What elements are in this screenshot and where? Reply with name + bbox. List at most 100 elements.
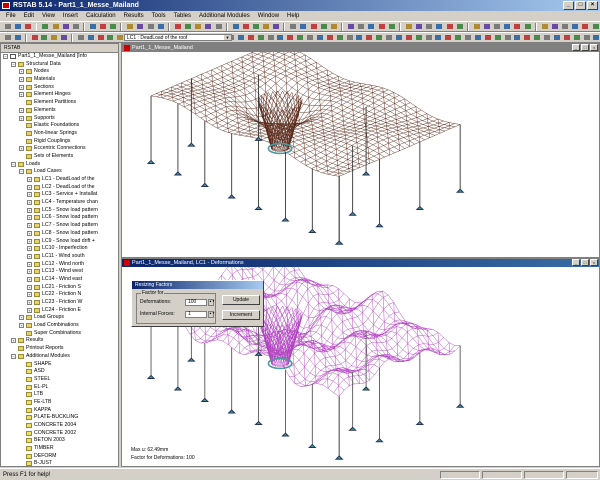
- toolbar-tool-icon[interactable]: [572, 33, 581, 43]
- tree-item[interactable]: CONCRETE 2004: [1, 422, 118, 430]
- menu-item-10[interactable]: Help: [283, 11, 303, 21]
- toolbar-tool-icon[interactable]: [295, 33, 304, 43]
- menu-item-0[interactable]: File: [2, 11, 20, 21]
- tree-item[interactable]: − Loads: [1, 161, 118, 169]
- expand-icon[interactable]: +: [19, 315, 24, 321]
- maximize-icon[interactable]: □: [575, 1, 586, 10]
- tree-item[interactable]: LTB: [1, 391, 118, 399]
- toolbar-tool-icon[interactable]: [51, 22, 60, 32]
- toolbar-tool-icon[interactable]: [203, 22, 212, 32]
- toolbar-tool-icon[interactable]: [552, 33, 561, 43]
- tree-item[interactable]: + LC22 - Friction N: [1, 291, 118, 299]
- toolbar-tool-icon[interactable]: [193, 22, 202, 32]
- toolbar-tool-icon[interactable]: [503, 33, 512, 43]
- expand-icon[interactable]: +: [27, 238, 32, 244]
- menu-item-5[interactable]: Results: [120, 11, 148, 21]
- tree-item[interactable]: − Load Cases: [1, 168, 118, 176]
- tree-item[interactable]: BETON 2003: [1, 437, 118, 445]
- tree-item[interactable]: FE-LTB: [1, 399, 118, 407]
- toolbar-tool-icon[interactable]: [96, 33, 105, 43]
- expand-icon[interactable]: +: [19, 323, 24, 329]
- tree-item[interactable]: − Part1_1_Messe_Mailand [Info: [1, 53, 118, 61]
- tree-item[interactable]: Non-linear Springs: [1, 130, 118, 138]
- toolbar-tool-icon[interactable]: [445, 22, 454, 32]
- expand-icon[interactable]: +: [19, 77, 24, 83]
- toolbar-tool-icon[interactable]: [443, 33, 452, 43]
- toolbar-tool-icon[interactable]: [71, 22, 80, 32]
- menu-item-9[interactable]: Window: [254, 11, 283, 21]
- toolbar-tool-icon[interactable]: [3, 33, 12, 43]
- collapse-icon[interactable]: −: [11, 161, 16, 167]
- tree-item[interactable]: EL-PL: [1, 384, 118, 392]
- tree-item[interactable]: + LC23 - Friction W: [1, 299, 118, 307]
- tree-item[interactable]: + LC14 - Wind east: [1, 276, 118, 284]
- menu-item-4[interactable]: Calculation: [82, 11, 120, 21]
- toolbar-tool-icon[interactable]: [40, 22, 49, 32]
- expand-icon[interactable]: +: [27, 307, 32, 313]
- internal-forces-spinner[interactable]: ▲▼: [208, 311, 215, 318]
- expand-icon[interactable]: +: [19, 69, 24, 75]
- expand-icon[interactable]: +: [27, 253, 32, 259]
- tree-item[interactable]: + LC3 - Service + Installat: [1, 191, 118, 199]
- toolbar-tool-icon[interactable]: [49, 33, 58, 43]
- toolbar-tool-icon[interactable]: [231, 22, 240, 32]
- toolbar-tool-icon[interactable]: [30, 33, 39, 43]
- toolbar-tool-icon[interactable]: [86, 33, 95, 43]
- expand-icon[interactable]: +: [19, 92, 24, 98]
- close-icon[interactable]: ×: [590, 259, 598, 266]
- toolbar-tool-icon[interactable]: [550, 22, 559, 32]
- minimize-icon[interactable]: _: [572, 44, 580, 51]
- toolbar-tool-icon[interactable]: [455, 22, 464, 32]
- tree-item[interactable]: + LC12 - Wind north: [1, 261, 118, 269]
- toolbar-tool-icon[interactable]: [246, 33, 255, 43]
- expand-icon[interactable]: +: [27, 276, 32, 282]
- toolbar-tool-icon[interactable]: [88, 22, 97, 32]
- collapse-icon[interactable]: −: [3, 54, 8, 59]
- expand-icon[interactable]: +: [27, 230, 32, 236]
- toolbar-tool-icon[interactable]: [582, 33, 591, 43]
- tree-item[interactable]: + Element Hinges: [1, 91, 118, 99]
- tree-item[interactable]: Elastic Foundations: [1, 122, 118, 130]
- tree-item[interactable]: + Sections: [1, 84, 118, 92]
- toolbar-tool-icon[interactable]: [346, 22, 355, 32]
- toolbar-tool-icon[interactable]: [384, 33, 393, 43]
- toolbar-tool-icon[interactable]: [512, 22, 521, 32]
- tree-item[interactable]: Rigid Couplings: [1, 138, 118, 146]
- increment-button[interactable]: Increment: [222, 310, 260, 320]
- tree-item[interactable]: Printout Reports: [1, 345, 118, 353]
- collapse-icon[interactable]: −: [11, 353, 16, 359]
- menu-item-2[interactable]: View: [38, 11, 59, 21]
- toolbar-tool-icon[interactable]: [146, 22, 155, 32]
- tree-item[interactable]: + LC4 - Temperature chan: [1, 199, 118, 207]
- toolbar-tool-icon[interactable]: [23, 22, 32, 32]
- tree-item[interactable]: ASD: [1, 368, 118, 376]
- deformations-input[interactable]: 100: [185, 299, 207, 306]
- toolbar-tool-icon[interactable]: [483, 33, 492, 43]
- toolbar-tool-icon[interactable]: [98, 22, 107, 32]
- toolbar-tool-icon[interactable]: [135, 22, 144, 32]
- close-icon[interactable]: ×: [587, 1, 598, 10]
- deformations-spinner[interactable]: ▲▼: [208, 299, 215, 306]
- tree-item[interactable]: + LC2 - DeadLoad of the: [1, 184, 118, 192]
- toolbar-tool-icon[interactable]: [414, 22, 423, 32]
- toolbar-tool-icon[interactable]: [173, 22, 182, 32]
- expand-icon[interactable]: +: [11, 338, 16, 344]
- toolbar-tool-icon[interactable]: [13, 33, 22, 43]
- tree-item[interactable]: + Eccentric Connections: [1, 145, 118, 153]
- model-window[interactable]: Part1_1_Messe_Mailand _ □ ×: [121, 43, 600, 258]
- tree-item[interactable]: − Structural Data: [1, 61, 118, 69]
- toolbar-tool-icon[interactable]: [285, 33, 294, 43]
- maximize-icon[interactable]: □: [581, 259, 589, 266]
- toolbar-tool-icon[interactable]: [463, 33, 472, 43]
- tree-item[interactable]: B-JUST: [1, 460, 118, 466]
- toolbar-tool-icon[interactable]: [61, 22, 70, 32]
- tree-item[interactable]: SHAPE: [1, 361, 118, 369]
- toolbar-tool-icon[interactable]: [261, 22, 270, 32]
- toolbar-tool-icon[interactable]: [591, 33, 600, 43]
- toolbar-tool-icon[interactable]: [105, 33, 114, 43]
- tree-item[interactable]: STEEL: [1, 376, 118, 384]
- tree-item[interactable]: PLATE-BUCKLING: [1, 414, 118, 422]
- tree-item[interactable]: Sets of Elements: [1, 153, 118, 161]
- toolbar-tool-icon[interactable]: [3, 22, 12, 32]
- toolbar-tool-icon[interactable]: [366, 22, 375, 32]
